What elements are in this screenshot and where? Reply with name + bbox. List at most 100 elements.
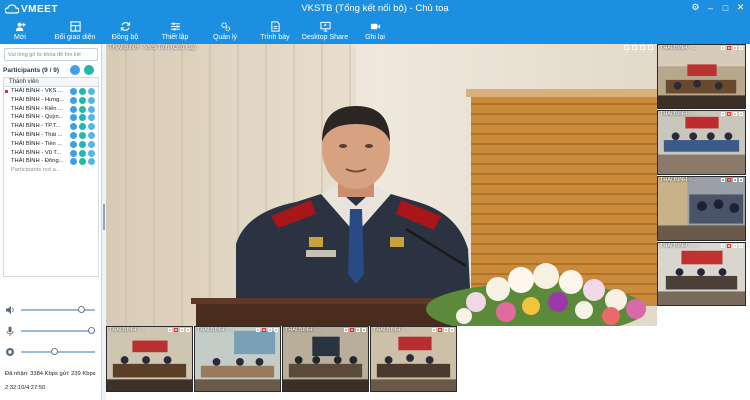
search-input[interactable] (4, 48, 98, 61)
camera-status-icon[interactable] (79, 88, 86, 95)
thumbnail-indicators (256, 328, 278, 332)
user-status-icon[interactable] (70, 149, 77, 157)
menu-icon[interactable] (739, 244, 743, 248)
menu-icon[interactable] (450, 328, 454, 332)
camera-status-icon[interactable] (79, 114, 86, 122)
participants-footer-note: Participants not a... (11, 167, 61, 174)
camera-off-icon (727, 244, 731, 248)
mic-slider-track[interactable] (21, 330, 95, 332)
participant-row[interactable]: THÁI BÌNH - Vũ T... (4, 149, 98, 158)
user-status-icon[interactable] (70, 123, 77, 131)
sync-icon (120, 21, 130, 31)
user-status-icon[interactable] (70, 105, 77, 113)
participant-row[interactable]: THÁI BÌNH - Tiền ... (4, 140, 98, 149)
camera-status-icon[interactable] (79, 96, 86, 104)
main-video[interactable]: THÁI BÌNH - VKS Tỉnh (Chủ toạ) (106, 44, 657, 326)
toolbar-layout-button[interactable]: Đổi giao diện (42, 17, 108, 44)
menu-icon[interactable] (274, 328, 278, 332)
menu-icon[interactable] (648, 45, 653, 50)
user-status-icon[interactable] (70, 158, 77, 166)
toolbar-label: Đổi giao diện (54, 33, 96, 41)
mic-status-icon[interactable] (88, 88, 95, 95)
active-speaker-marker (5, 90, 8, 93)
video-thumbnail[interactable]: THÁI BÌNH - ... (657, 242, 746, 306)
video-thumbnail[interactable]: THÁI BÌNH - ... (106, 326, 193, 392)
speaker-slider-handle[interactable] (78, 306, 86, 313)
camera-slider-handle[interactable] (50, 348, 58, 355)
video-thumbnail[interactable]: THÁI BÌNH - ... (194, 326, 281, 392)
thumbnail-label: THÁI BÌNH - ... (660, 45, 697, 51)
maximize-button[interactable]: □ (720, 2, 731, 13)
camera-off-icon (262, 328, 266, 332)
video-thumbnail[interactable]: THÁI BÌNH - ... (370, 326, 457, 392)
participant-row[interactable]: THÁI BÌNH - Kiến ... (4, 105, 98, 114)
user-add-icon[interactable] (70, 65, 80, 75)
toolbar-manage-button[interactable]: Quản lý (210, 17, 240, 44)
mic-status-icon[interactable] (88, 123, 95, 131)
camera-icon (6, 348, 14, 356)
mic-status-icon[interactable] (88, 114, 95, 122)
video-thumbnail[interactable]: THÁI BÌNH - ... (657, 176, 746, 241)
participants-title: Participants (9 / 9) (3, 67, 59, 74)
camera-status-icon[interactable] (79, 123, 86, 131)
mic-status-icon[interactable] (88, 105, 95, 113)
menu-icon[interactable] (739, 178, 743, 182)
camera-status-icon[interactable] (79, 105, 86, 113)
participant-row[interactable]: THÁI BÌNH - Hưng... (4, 96, 98, 105)
camera-control (3, 346, 99, 358)
mic-status-icon[interactable] (88, 158, 95, 166)
mic-status-icon[interactable] (88, 149, 95, 157)
user-status-icon[interactable] (70, 114, 77, 122)
video-thumbnail[interactable]: THÁI BÌNH - ... (657, 44, 746, 109)
monitor-icon (432, 328, 436, 332)
camera-status-icon[interactable] (79, 158, 86, 166)
video-thumbnail[interactable]: THÁI BÌNH - ... (657, 110, 746, 175)
mic-status-icon[interactable] (88, 96, 95, 104)
camera-icon (632, 45, 637, 50)
minimize-button[interactable]: – (705, 2, 716, 13)
user-settings-icon[interactable] (84, 65, 94, 75)
title-bar: VMEET VKSTB (Tổng kết nối bộ) - Chủ toạ … (0, 0, 750, 44)
close-button[interactable]: ✕ (735, 2, 746, 13)
toolbar-new-button[interactable]: Mới (5, 17, 35, 44)
meeting-timer: 2:32:10/4:27:50 (5, 385, 46, 391)
mic-slider-handle[interactable] (87, 327, 95, 334)
toolbar-settings-button[interactable]: Thiết lập (158, 17, 192, 44)
mic-status-icon[interactable] (88, 140, 95, 148)
mic-status-icon[interactable] (88, 131, 95, 139)
menu-icon[interactable] (362, 328, 366, 332)
camera-off-icon (350, 328, 354, 332)
settings-icon[interactable]: ⚙ (690, 2, 701, 13)
participant-row[interactable]: THÁI BÌNH - Thái ... (4, 131, 98, 140)
participant-row[interactable]: THÁI BÌNH - Đông... (4, 157, 98, 166)
toolbar-sync-button[interactable]: Đồng bộ (110, 17, 140, 44)
camera-status-icon[interactable] (79, 131, 86, 139)
camera-slider-track[interactable] (21, 351, 95, 353)
user-status-icon[interactable] (70, 131, 77, 139)
window-title: VKSTB (Tổng kết nối bộ) - Chủ toạ (301, 3, 449, 14)
record-icon (370, 23, 380, 29)
thumbnail-video (658, 111, 745, 174)
toolbar-desktop-share-button[interactable]: Desktop Share (300, 17, 350, 44)
menu-icon[interactable] (186, 328, 190, 332)
user-status-icon[interactable] (70, 88, 77, 95)
menu-icon[interactable] (739, 46, 743, 50)
user-status-icon[interactable] (70, 96, 77, 104)
speaker-volume-control (3, 304, 99, 316)
video-thumbnail[interactable]: THÁI BÌNH - ... (282, 326, 369, 392)
thumbnail-indicators (721, 112, 743, 116)
mic-icon (640, 45, 645, 50)
column-header: Thành viên (4, 78, 98, 87)
add-user-icon (15, 22, 26, 31)
participants-actions (70, 65, 94, 75)
user-status-icon[interactable] (70, 140, 77, 148)
camera-status-icon[interactable] (79, 149, 86, 157)
participant-row[interactable]: THÁI BÌNH - Quỳn... (4, 113, 98, 122)
participant-row[interactable]: THÁI BÌNH - TP.T... (4, 122, 98, 131)
toolbar-present-button[interactable]: Trình bày (257, 17, 293, 44)
camera-status-icon[interactable] (79, 140, 86, 148)
toolbar-record-button[interactable]: Ghi lại (362, 17, 388, 44)
menu-icon[interactable] (739, 112, 743, 116)
splitter-grip[interactable] (103, 204, 105, 230)
participant-row[interactable]: THÁI BÌNH - VKS ... (4, 87, 98, 96)
